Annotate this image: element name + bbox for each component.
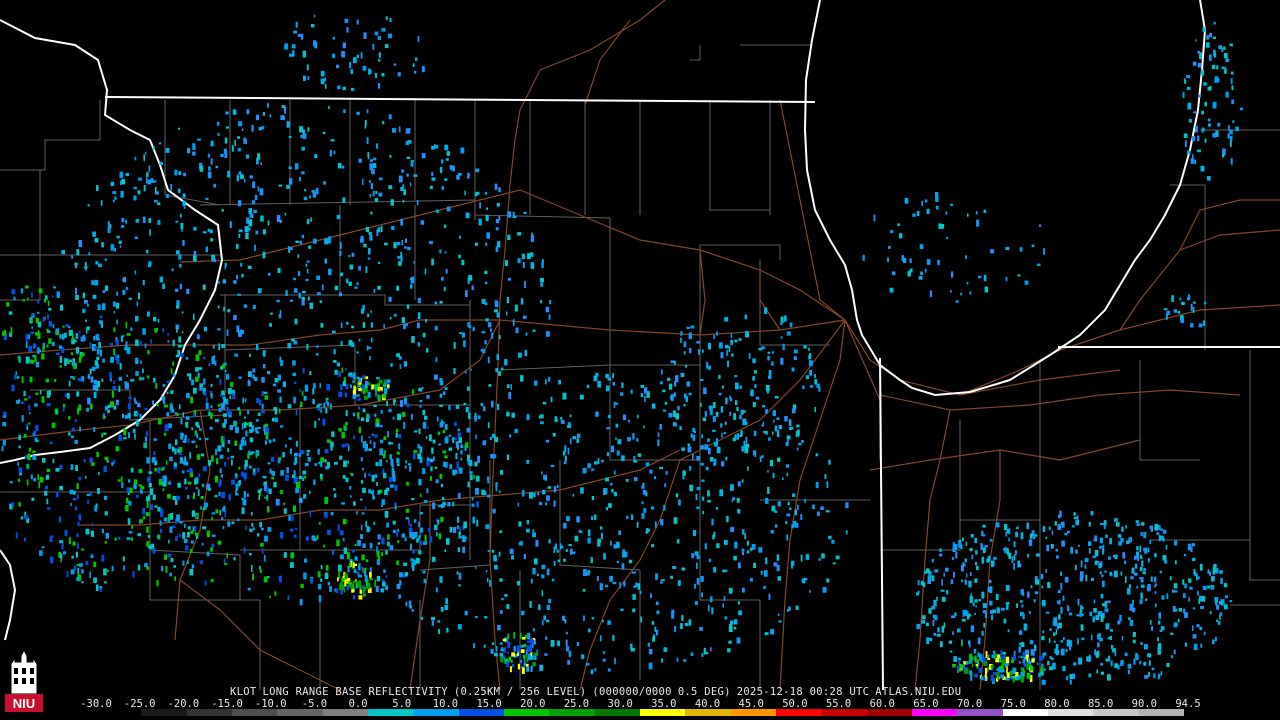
colorscale-labels: -30.0 -25.0 -20.0 -15.0 -10.0 -5.0 0.0 5.0 10.0 1… xyxy=(80,698,1200,710)
colorscale-swatch xyxy=(1047,709,1094,716)
colorscale-swatch xyxy=(96,709,142,716)
colorscale-swatch xyxy=(231,709,278,716)
colorscale-bar xyxy=(96,709,1184,716)
radar-map xyxy=(0,0,1280,720)
colorscale-swatch xyxy=(1138,709,1184,716)
colorscale-swatch xyxy=(594,709,640,716)
timestamp: 2025-12-18 00:28 UTC xyxy=(736,686,870,698)
colorscale-swatch xyxy=(1002,709,1048,716)
colorscale-swatch xyxy=(186,709,232,716)
colorscale-swatch xyxy=(685,709,731,716)
source-url: ATLAS.NIU.EDU xyxy=(875,686,962,698)
vcp-info: (000000/0000 xyxy=(592,686,672,698)
resolution: (0.25KM / 256 LEVEL) xyxy=(453,686,587,698)
product-caption: KLOT LONG RANGE BASE REFLECTIVITY (0.25KM … xyxy=(230,686,967,698)
colorscale-swatch xyxy=(730,709,776,716)
colorscale-swatch xyxy=(775,709,822,716)
colorscale-swatch xyxy=(503,709,550,716)
colorscale-swatch xyxy=(1093,709,1139,716)
niu-logo-icon: NIU xyxy=(5,648,43,712)
colorscale-swatch xyxy=(367,709,414,716)
colorscale-swatch xyxy=(911,709,958,716)
colorscale-swatch xyxy=(322,709,368,716)
colorscale-swatch xyxy=(549,709,595,716)
radar-site: KLOT xyxy=(230,686,257,698)
colorscale-swatch xyxy=(413,709,459,716)
colorscale-swatch xyxy=(821,709,867,716)
colorscale-swatch xyxy=(639,709,686,716)
svg-text:NIU: NIU xyxy=(13,696,35,711)
tilt-info: 0.5 DEG) xyxy=(677,686,731,698)
colorscale-swatch xyxy=(277,709,323,716)
colorscale-swatch xyxy=(458,709,504,716)
product-name: LONG RANGE BASE REFLECTIVITY xyxy=(262,686,448,698)
colorscale-swatch xyxy=(866,709,912,716)
colorscale-swatch xyxy=(141,709,187,716)
colorscale-swatch xyxy=(957,709,1003,716)
